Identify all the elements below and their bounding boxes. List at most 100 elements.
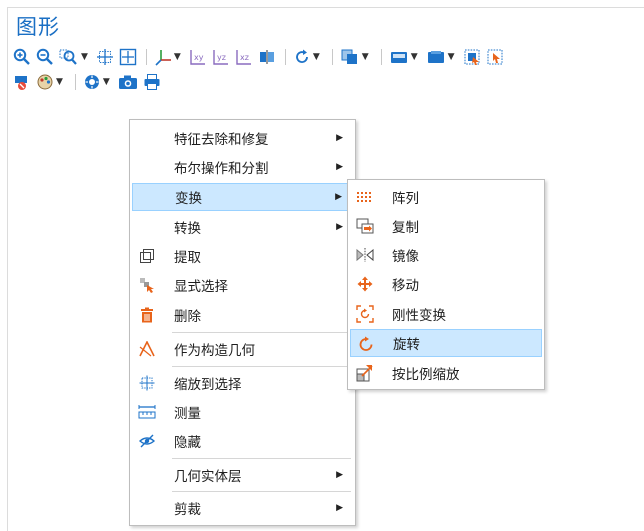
menu-item-clipping[interactable]: 剪裁 ▶ bbox=[132, 494, 353, 522]
screenshot-icon[interactable] bbox=[118, 72, 138, 92]
hide-icon bbox=[138, 432, 156, 450]
clear-selection-icon[interactable] bbox=[13, 72, 31, 92]
menu-item-label: 布尔操作和分割 bbox=[174, 161, 269, 177]
chevron-down-icon[interactable]: ▼ bbox=[448, 52, 455, 62]
zoom-out-icon[interactable] bbox=[36, 47, 54, 67]
panel-title: 图形 bbox=[16, 15, 60, 39]
menu-separator bbox=[172, 332, 351, 333]
graphics-toolbar-row-2: ▼ ▼ bbox=[13, 71, 166, 93]
menu-item-label: 移动 bbox=[392, 278, 419, 294]
menu-item-hide[interactable]: 隐藏 bbox=[132, 427, 353, 455]
menu-item-label: 转换 bbox=[174, 221, 201, 237]
menu-item-measure[interactable]: 测量 bbox=[132, 398, 353, 426]
submenu-item-rigid-transform[interactable]: 刚性变换 bbox=[350, 300, 542, 328]
svg-text:yz: yz bbox=[217, 53, 226, 62]
view-split-icon[interactable] bbox=[258, 47, 276, 67]
menu-item-label: 测量 bbox=[174, 406, 201, 422]
zoom-to-selection-icon bbox=[138, 374, 156, 392]
svg-text:xz: xz bbox=[240, 53, 249, 62]
toolbar-separator bbox=[331, 49, 333, 65]
color-scheme-icon[interactable]: ▼ bbox=[36, 72, 66, 92]
explicit-selection-icon bbox=[138, 276, 156, 294]
submenu-item-mirror[interactable]: 镜像 bbox=[350, 241, 542, 269]
toolbar-separator bbox=[380, 49, 382, 65]
copy-icon bbox=[356, 217, 374, 235]
menu-item-transforms[interactable]: 变换 ▶ bbox=[132, 183, 353, 211]
menu-item-label: 显式选择 bbox=[174, 279, 228, 295]
submenu-item-array[interactable]: 阵列 bbox=[350, 183, 542, 211]
chevron-down-icon[interactable]: ▼ bbox=[411, 52, 418, 62]
submenu-arrow-icon: ▶ bbox=[336, 222, 343, 232]
selection-mode-icon[interactable]: ▼ bbox=[389, 47, 421, 67]
toolbar-separator bbox=[145, 49, 147, 65]
toolbar-separator bbox=[284, 49, 286, 65]
select-all-icon[interactable] bbox=[463, 47, 481, 67]
graphics-toolbar-row-1: ▼ ▼ xy yz xz ▼ ▼ ▼ ▼ bbox=[13, 46, 509, 68]
menu-item-construction-geometry[interactable]: 作为构造几何 bbox=[132, 335, 353, 363]
svg-text:xy: xy bbox=[194, 53, 204, 62]
extract-icon bbox=[138, 247, 156, 265]
rigid-transform-icon bbox=[356, 305, 374, 323]
submenu-arrow-icon: ▶ bbox=[336, 162, 343, 172]
menu-item-label: 作为构造几何 bbox=[174, 343, 255, 359]
menu-item-booleans-partitions[interactable]: 布尔操作和分割 ▶ bbox=[132, 153, 353, 181]
submenu-arrow-icon: ▶ bbox=[336, 133, 343, 143]
menu-item-label: 隐藏 bbox=[174, 435, 201, 451]
zoom-box-icon[interactable]: ▼ bbox=[59, 47, 91, 67]
menu-item-label: 刚性变换 bbox=[392, 308, 446, 324]
view-xy-icon[interactable]: xy bbox=[189, 47, 207, 67]
submenu-arrow-icon: ▶ bbox=[336, 503, 343, 513]
delete-icon bbox=[138, 306, 156, 324]
rotate-view-icon[interactable]: ▼ bbox=[293, 47, 323, 67]
chevron-down-icon[interactable]: ▼ bbox=[174, 52, 181, 62]
zoom-in-icon[interactable] bbox=[13, 47, 31, 67]
menu-item-label: 特征去除和修复 bbox=[174, 132, 269, 148]
submenu-item-rotate[interactable]: 旋转 bbox=[350, 329, 542, 357]
move-icon bbox=[356, 275, 374, 293]
submenu-arrow-icon: ▶ bbox=[336, 470, 343, 480]
menu-item-conversions[interactable]: 转换 ▶ bbox=[132, 213, 353, 241]
transparency-icon[interactable]: ▼ bbox=[340, 47, 372, 67]
chevron-down-icon[interactable]: ▼ bbox=[362, 52, 369, 62]
menu-item-extract[interactable]: 提取 bbox=[132, 242, 353, 270]
menu-item-defeaturing[interactable]: 特征去除和修复 ▶ bbox=[132, 124, 353, 152]
axis-orientation-icon[interactable]: ▼ bbox=[154, 47, 184, 67]
submenu-item-copy[interactable]: 复制 bbox=[350, 212, 542, 240]
menu-item-label: 变换 bbox=[175, 191, 202, 207]
chevron-down-icon[interactable]: ▼ bbox=[313, 52, 320, 62]
menu-item-label: 阵列 bbox=[392, 191, 419, 207]
menu-separator bbox=[172, 458, 351, 459]
menu-item-label: 剪裁 bbox=[174, 502, 201, 518]
construction-geometry-icon bbox=[138, 340, 156, 358]
menu-item-explicit-selection[interactable]: 显式选择 bbox=[132, 271, 353, 299]
array-icon bbox=[356, 188, 374, 206]
zoom-selection-icon[interactable] bbox=[96, 47, 114, 67]
zoom-extents-icon[interactable] bbox=[119, 47, 137, 67]
menu-separator bbox=[172, 491, 351, 492]
menu-item-label: 提取 bbox=[174, 250, 201, 266]
menu-item-geometric-entity-layers[interactable]: 几何实体层 ▶ bbox=[132, 461, 353, 489]
menu-item-zoom-to-selection[interactable]: 缩放到选择 bbox=[132, 369, 353, 397]
menu-item-label: 复制 bbox=[392, 220, 419, 236]
menu-item-delete[interactable]: 删除 bbox=[132, 301, 353, 329]
scale-icon bbox=[356, 364, 374, 382]
menu-item-label: 按比例缩放 bbox=[392, 367, 460, 383]
chevron-down-icon[interactable]: ▼ bbox=[81, 52, 88, 62]
submenu-arrow-icon: ▶ bbox=[335, 192, 342, 202]
menu-item-label: 镜像 bbox=[392, 249, 419, 265]
rotate-icon bbox=[357, 335, 375, 353]
geometry-context-menu: 特征去除和修复 ▶ 布尔操作和分割 ▶ 变换 ▶ 转换 ▶ 提取 显式选择 删除… bbox=[129, 119, 356, 526]
chevron-down-icon[interactable]: ▼ bbox=[103, 77, 110, 87]
menu-item-label: 几何实体层 bbox=[174, 469, 242, 485]
toolbar-separator bbox=[74, 74, 76, 90]
select-box-icon[interactable]: ▼ bbox=[426, 47, 458, 67]
submenu-item-move[interactable]: 移动 bbox=[350, 270, 542, 298]
submenu-item-scale[interactable]: 按比例缩放 bbox=[350, 359, 542, 387]
deselect-icon[interactable] bbox=[486, 47, 504, 67]
view-xz-icon[interactable]: xz bbox=[235, 47, 253, 67]
menu-item-label: 删除 bbox=[174, 309, 201, 325]
view-yz-icon[interactable]: yz bbox=[212, 47, 230, 67]
chevron-down-icon[interactable]: ▼ bbox=[56, 77, 63, 87]
scene-light-icon[interactable]: ▼ bbox=[83, 72, 113, 92]
print-icon[interactable] bbox=[143, 72, 161, 92]
